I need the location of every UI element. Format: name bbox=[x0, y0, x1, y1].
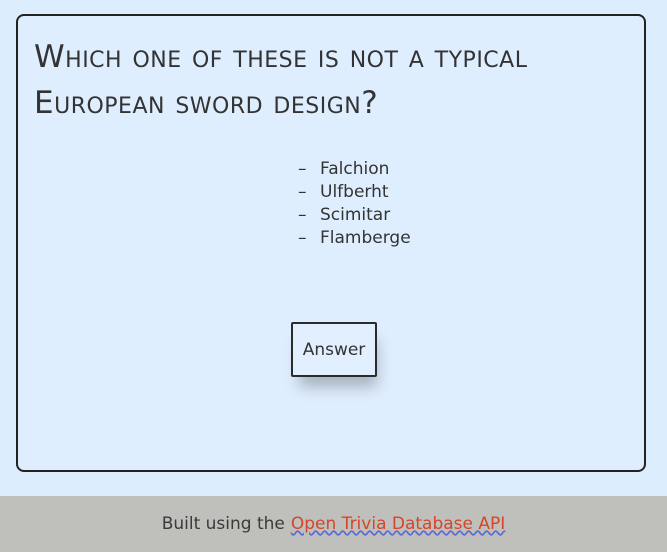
option-dash: – bbox=[298, 182, 307, 202]
question-line-2: European sword design? bbox=[34, 85, 379, 121]
question-line-1: Which one of these is not a typical bbox=[34, 39, 528, 75]
footer-text: Built using the bbox=[161, 514, 285, 534]
answer-option: – Ulfberht bbox=[298, 181, 411, 204]
option-dash: – bbox=[298, 205, 307, 225]
option-label: Flamberge bbox=[320, 228, 411, 248]
answer-options-list: – Falchion – Ulfberht – Scimitar – Flamb… bbox=[298, 158, 411, 250]
option-label: Scimitar bbox=[320, 205, 391, 225]
option-dash: – bbox=[298, 159, 307, 179]
answer-option: – Flamberge bbox=[298, 227, 411, 250]
answer-option: – Scimitar bbox=[298, 204, 411, 227]
question-card: Which one of these is not a typical Euro… bbox=[16, 14, 646, 472]
question-text: Which one of these is not a typical Euro… bbox=[34, 34, 624, 126]
footer: Built using the Open Trivia Database API bbox=[0, 496, 667, 552]
option-label: Ulfberht bbox=[320, 182, 389, 202]
option-dash: – bbox=[298, 228, 307, 248]
open-trivia-api-link[interactable]: Open Trivia Database API bbox=[291, 514, 505, 534]
trivia-page: Which one of these is not a typical Euro… bbox=[0, 0, 667, 552]
answer-button[interactable]: Answer bbox=[291, 322, 377, 377]
answer-option: – Falchion bbox=[298, 158, 411, 181]
option-label: Falchion bbox=[320, 159, 390, 179]
